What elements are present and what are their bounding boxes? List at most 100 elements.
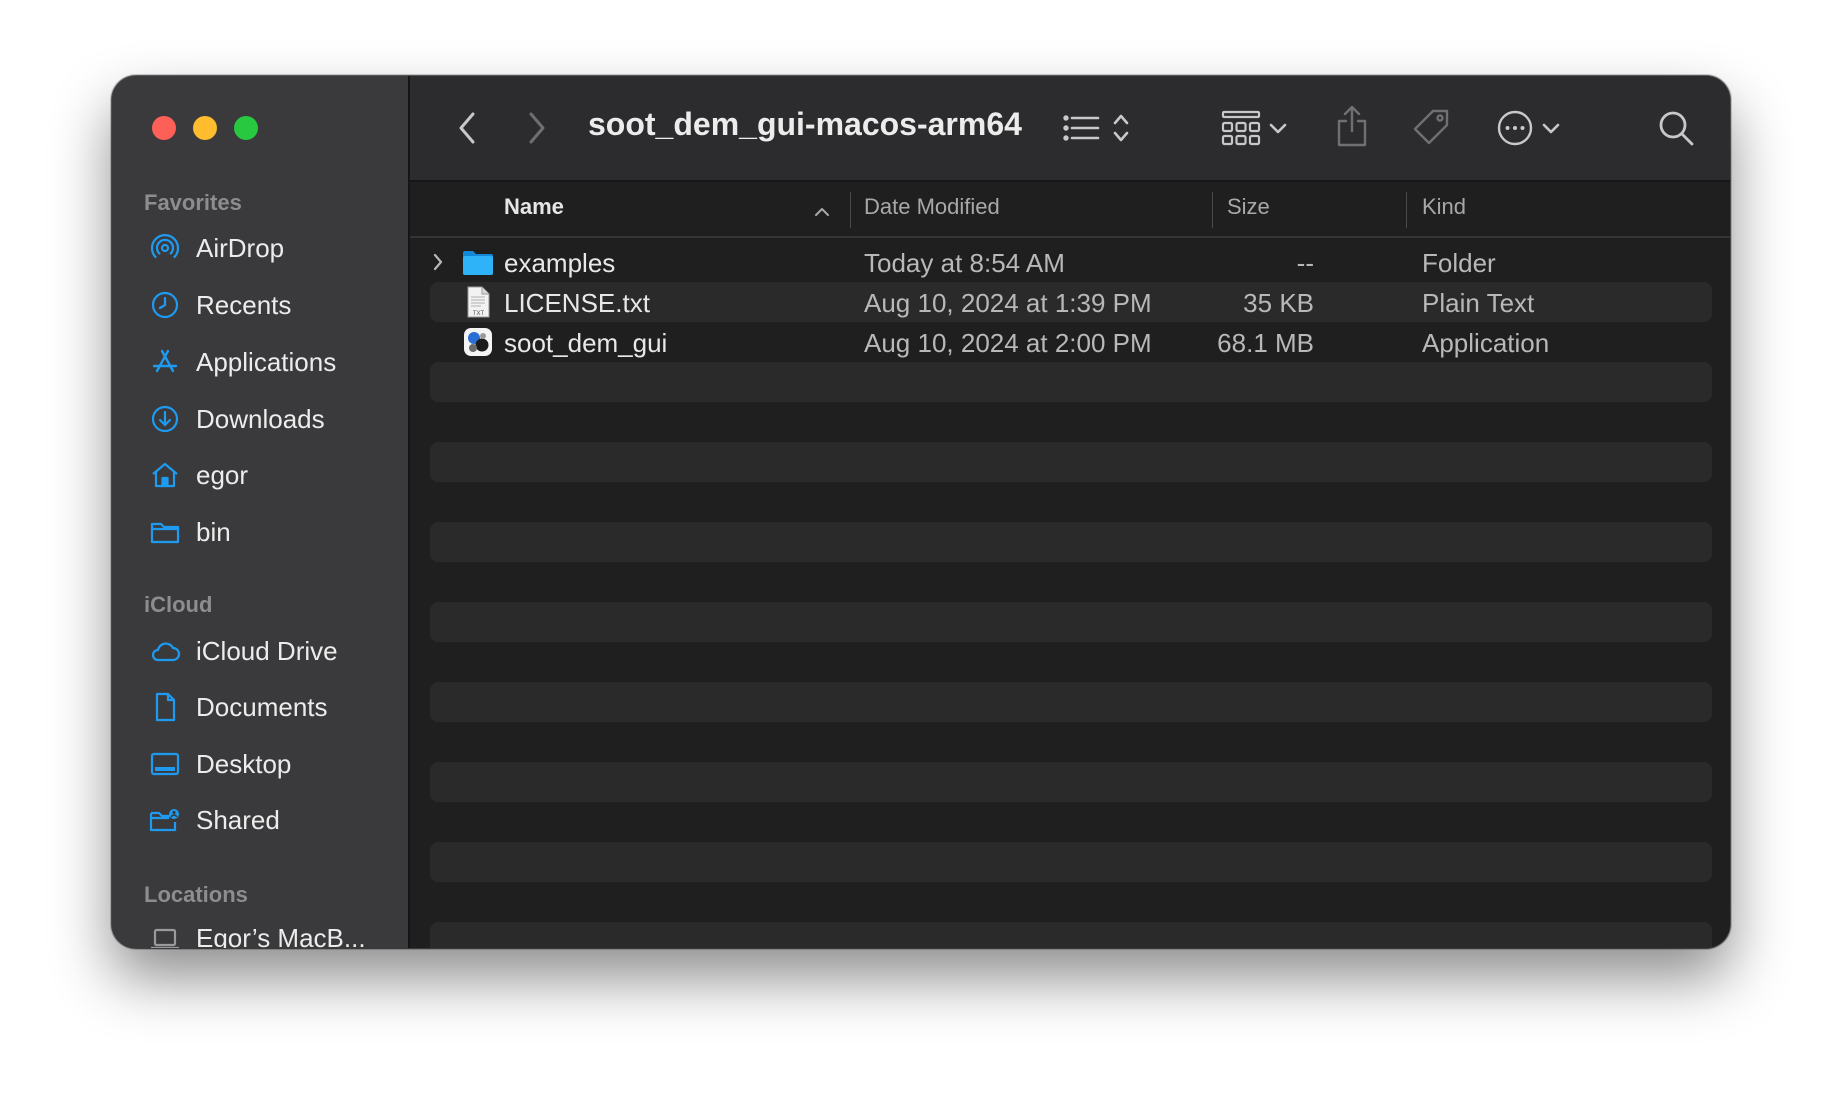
view-options-button[interactable] bbox=[1056, 106, 1136, 150]
sidebar-item-downloads[interactable]: Downloads bbox=[148, 399, 325, 439]
minimize-button[interactable] bbox=[193, 116, 217, 140]
sidebar-item-label: bin bbox=[196, 516, 231, 547]
file-date: Aug 10, 2024 at 2:00 PM bbox=[864, 328, 1152, 358]
back-button[interactable] bbox=[452, 110, 482, 146]
sidebar-item-label: Documents bbox=[196, 691, 328, 722]
sidebar-item-label: AirDrop bbox=[196, 232, 285, 263]
grid-icon bbox=[1221, 110, 1261, 146]
airdrop-icon bbox=[148, 231, 182, 265]
search-button[interactable] bbox=[1654, 106, 1698, 150]
close-button[interactable] bbox=[152, 116, 176, 140]
sidebar-item-documents[interactable]: Documents bbox=[148, 687, 328, 727]
file-name: LICENSE.txt bbox=[504, 288, 650, 318]
tag-icon bbox=[1411, 107, 1453, 149]
cloud-icon bbox=[148, 634, 182, 668]
file-date: Today at 8:54 AM bbox=[864, 248, 1065, 278]
sidebar-item-label: Downloads bbox=[196, 403, 325, 434]
column-divider[interactable] bbox=[1406, 192, 1407, 228]
sidebar-item-label: Shared bbox=[196, 804, 280, 835]
sidebar-item-label: iCloud Drive bbox=[196, 635, 338, 666]
sidebar-item-macbook[interactable]: Egor’s MacB... bbox=[148, 918, 366, 948]
share-button[interactable] bbox=[1334, 102, 1370, 150]
file-size: -- bbox=[1296, 248, 1314, 278]
section-title-favorites: Favorites bbox=[144, 190, 242, 215]
row-stripe bbox=[430, 842, 1712, 882]
section-title-icloud: iCloud bbox=[144, 592, 213, 617]
group-by-button[interactable] bbox=[1216, 106, 1292, 150]
file-kind: Application bbox=[1422, 328, 1550, 358]
toolbar: soot_dem_gui-macos-arm64 bbox=[410, 76, 1730, 182]
sidebar-item-desktop[interactable]: Desktop bbox=[148, 744, 291, 784]
chevron-down-icon bbox=[1269, 122, 1287, 134]
clock-icon bbox=[148, 288, 182, 322]
sidebar-item-applications[interactable]: Applications bbox=[148, 342, 336, 382]
row-stripe bbox=[430, 362, 1712, 402]
laptop-icon bbox=[148, 921, 182, 948]
sidebar-item-icloud-drive[interactable]: iCloud Drive bbox=[148, 631, 338, 671]
file-row[interactable]: examples Today at 8:54 AM -- Folder bbox=[410, 242, 1730, 282]
app-icon bbox=[462, 326, 494, 358]
column-kind[interactable]: Kind bbox=[1422, 194, 1466, 220]
disclosure-triangle-icon[interactable] bbox=[432, 252, 444, 277]
file-kind: Folder bbox=[1422, 248, 1496, 278]
column-divider[interactable] bbox=[850, 192, 851, 228]
sidebar-item-label: Egor’s MacB... bbox=[196, 922, 366, 949]
sidebar-item-home[interactable]: egor bbox=[148, 455, 248, 495]
applications-icon bbox=[148, 345, 182, 379]
section-title-locations: Locations bbox=[144, 882, 248, 907]
ellipsis-circle-icon bbox=[1496, 109, 1534, 147]
file-name: soot_dem_gui bbox=[504, 328, 668, 358]
sort-ascending-icon bbox=[814, 204, 830, 222]
sidebar-item-airdrop[interactable]: AirDrop bbox=[148, 228, 284, 268]
txt-badge: TXT bbox=[473, 311, 485, 317]
up-down-chevron-icon bbox=[1112, 111, 1130, 145]
row-stripe bbox=[430, 442, 1712, 482]
sidebar-item-bin[interactable]: bin bbox=[148, 512, 231, 552]
tags-button[interactable] bbox=[1410, 106, 1454, 150]
window-controls bbox=[152, 116, 258, 140]
row-stripe bbox=[430, 682, 1712, 722]
row-stripe bbox=[430, 922, 1712, 948]
chevron-left-icon bbox=[456, 111, 478, 145]
sidebar: Favorites AirDrop Recents Applications D… bbox=[112, 76, 410, 948]
window-title: soot_dem_gui-macos-arm64 bbox=[588, 106, 1022, 142]
file-list: examples Today at 8:54 AM -- Folder TXT … bbox=[410, 238, 1730, 948]
sidebar-item-label: Desktop bbox=[196, 748, 292, 779]
chevron-down-icon bbox=[1542, 122, 1560, 134]
home-icon bbox=[148, 458, 182, 492]
share-icon bbox=[1335, 104, 1369, 148]
zoom-button[interactable] bbox=[234, 116, 258, 140]
file-row[interactable]: TXT LICENSE.txt Aug 10, 2024 at 1:39 PM … bbox=[410, 282, 1730, 322]
folder-icon bbox=[462, 246, 494, 278]
sidebar-item-label: egor bbox=[196, 459, 249, 490]
sidebar-item-label: Recents bbox=[196, 289, 292, 320]
more-actions-button[interactable] bbox=[1490, 106, 1566, 150]
row-stripe bbox=[430, 602, 1712, 642]
file-date: Aug 10, 2024 at 1:39 PM bbox=[864, 288, 1152, 318]
file-name: examples bbox=[504, 248, 616, 278]
column-date-modified[interactable]: Date Modified bbox=[864, 194, 1000, 220]
column-name[interactable]: Name bbox=[504, 194, 564, 220]
file-size: 35 KB bbox=[1243, 288, 1314, 318]
finder-window: Favorites AirDrop Recents Applications D… bbox=[112, 76, 1730, 948]
row-stripe bbox=[430, 762, 1712, 802]
column-header: Name Date Modified Size Kind bbox=[410, 182, 1730, 238]
column-divider[interactable] bbox=[1212, 192, 1213, 228]
file-size: 68.1 MB bbox=[1217, 328, 1314, 358]
shared-folder-icon bbox=[148, 803, 182, 837]
text-file-icon: TXT bbox=[462, 286, 494, 318]
forward-button[interactable] bbox=[522, 110, 552, 146]
chevron-right-icon bbox=[526, 111, 548, 145]
desktop-icon bbox=[148, 747, 182, 781]
file-row[interactable]: soot_dem_gui Aug 10, 2024 at 2:00 PM 68.… bbox=[410, 322, 1730, 362]
file-kind: Plain Text bbox=[1422, 288, 1535, 318]
document-icon bbox=[148, 690, 182, 724]
sidebar-item-shared[interactable]: Shared bbox=[148, 800, 280, 840]
list-view-icon bbox=[1062, 111, 1102, 145]
row-stripe bbox=[430, 522, 1712, 562]
download-icon bbox=[148, 402, 182, 436]
column-size[interactable]: Size bbox=[1227, 194, 1270, 220]
search-icon bbox=[1657, 109, 1695, 147]
sidebar-item-label: Applications bbox=[196, 346, 337, 377]
sidebar-item-recents[interactable]: Recents bbox=[148, 285, 291, 325]
